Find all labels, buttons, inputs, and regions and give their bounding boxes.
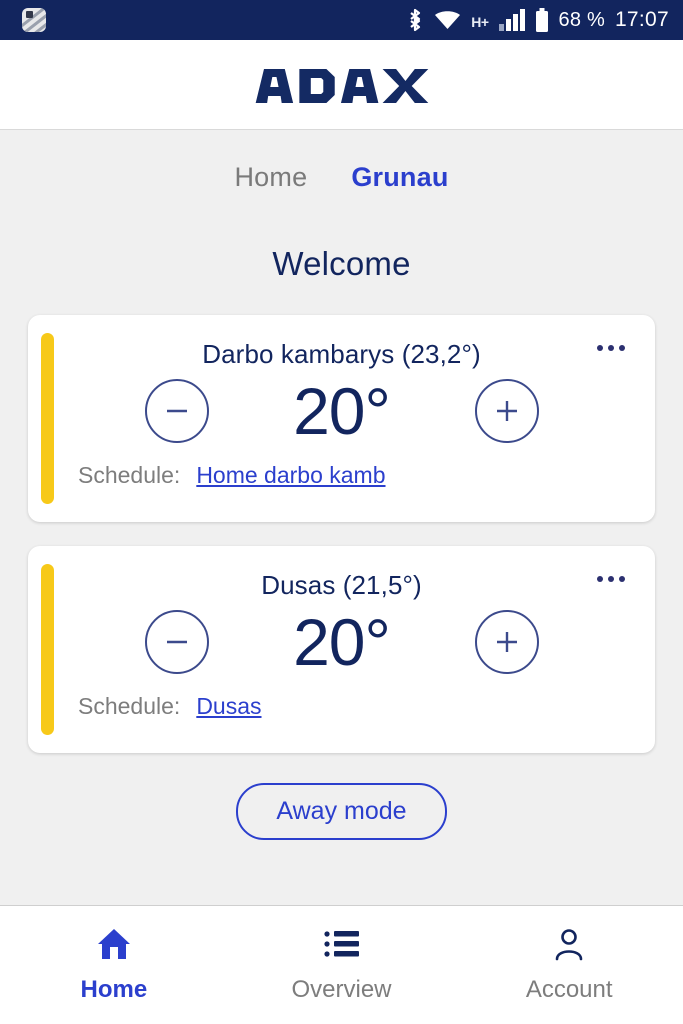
schedule-row: Schedule: Home darbo kamb xyxy=(50,462,633,489)
schedule-label: Schedule: xyxy=(78,462,181,488)
away-mode-row: Away mode xyxy=(0,783,683,840)
plus-circle-icon xyxy=(492,396,522,426)
signal-bars-icon xyxy=(498,9,525,31)
clock-label: 17:07 xyxy=(614,8,669,31)
increase-temperature-button[interactable] xyxy=(474,610,539,674)
battery-icon xyxy=(535,8,549,32)
room-accent-bar xyxy=(41,564,54,735)
increase-temperature-button[interactable] xyxy=(474,379,539,443)
room-card[interactable]: Dusas (21,5°) 20° Schedule: Dusas xyxy=(28,546,655,753)
status-bar-right: H+ 68 % 17:07 xyxy=(406,8,669,32)
nav-label-account: Account xyxy=(525,976,613,1003)
room-accent-bar xyxy=(41,333,54,504)
minus-circle-icon xyxy=(162,396,192,426)
nav-item-overview[interactable]: Overview xyxy=(228,906,456,1024)
more-options-icon[interactable] xyxy=(589,568,633,590)
schedule-link[interactable]: Home darbo kamb xyxy=(196,462,385,489)
home-tabs: Home Grunau xyxy=(0,130,683,193)
schedule-label: Schedule: xyxy=(78,693,181,719)
target-temperature: 20° xyxy=(293,374,391,448)
tab-home[interactable]: Home xyxy=(234,162,307,193)
network-type-label: H+ xyxy=(471,14,489,30)
room-title: Dusas (21,5°) xyxy=(261,570,422,600)
tab-grunau[interactable]: Grunau xyxy=(351,162,448,193)
decrease-temperature-button[interactable] xyxy=(144,610,209,674)
home-icon xyxy=(96,926,132,962)
wifi-icon xyxy=(434,9,461,31)
target-temperature: 20° xyxy=(293,605,391,679)
nav-item-home[interactable]: Home xyxy=(0,906,228,1024)
list-icon xyxy=(323,926,360,962)
nav-item-account[interactable]: Account xyxy=(455,906,683,1024)
schedule-row: Schedule: Dusas xyxy=(50,693,633,720)
app-header xyxy=(0,40,683,130)
more-options-icon[interactable] xyxy=(589,337,633,359)
minus-circle-icon xyxy=(162,627,192,657)
bluetooth-icon xyxy=(406,8,424,32)
temperature-controls: 20° xyxy=(50,378,633,444)
bottom-navigation: Home Overview Account xyxy=(0,906,683,1024)
nav-label-overview: Overview xyxy=(291,976,392,1003)
status-bar-left xyxy=(22,8,46,32)
room-card-list: Darbo kambarys (23,2°) 20° Schedule: Hom… xyxy=(0,315,683,753)
adax-logo xyxy=(253,65,430,105)
room-card[interactable]: Darbo kambarys (23,2°) 20° Schedule: Hom… xyxy=(28,315,655,522)
decrease-temperature-button[interactable] xyxy=(144,379,209,443)
main-content: Home Grunau Welcome Darbo kambarys (23,2… xyxy=(0,130,683,906)
adax-logo-mark xyxy=(255,68,428,103)
room-title: Darbo kambarys (23,2°) xyxy=(202,339,481,369)
temperature-controls: 20° xyxy=(50,609,633,675)
schedule-link[interactable]: Dusas xyxy=(196,693,261,720)
status-bar: H+ 68 % 17:07 xyxy=(0,0,683,40)
plus-circle-icon xyxy=(492,627,522,657)
nav-label-home: Home xyxy=(80,976,148,1003)
away-mode-button[interactable]: Away mode xyxy=(236,783,447,840)
person-icon xyxy=(552,926,586,962)
app-root: H+ 68 % 17:07 Home Grunau Welcome Darbo … xyxy=(0,0,683,1024)
app-badge-icon xyxy=(22,8,46,32)
battery-percent-label: 68 % xyxy=(558,8,605,31)
page-title: Welcome xyxy=(272,245,411,282)
